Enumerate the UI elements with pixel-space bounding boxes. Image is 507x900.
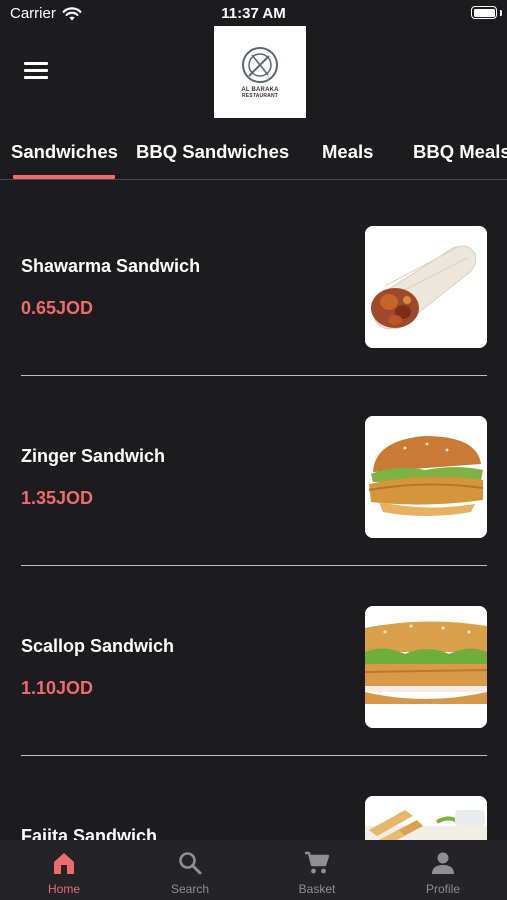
logo-subtitle: RESTAURANT — [241, 93, 279, 99]
nav-label: Profile — [425, 882, 460, 896]
nav-basket[interactable]: Basket — [254, 840, 380, 900]
bottom-navigation: Home Search Basket Profile — [0, 840, 507, 900]
menu-item-scallop[interactable]: Scallop Sandwich 1.10JOD — [0, 560, 507, 756]
status-time: 11:37 AM — [221, 5, 286, 22]
tab-bbq-meals[interactable]: BBQ Meals — [413, 141, 507, 163]
tab-bbq-sandwiches[interactable]: BBQ Sandwiches — [136, 141, 289, 163]
category-tabs: Sandwiches BBQ Sandwiches Meals BBQ Meal… — [0, 128, 507, 180]
tab-sandwiches[interactable]: Sandwiches — [11, 141, 118, 163]
app-header: AL BARAKA RESTAURANT — [0, 24, 507, 118]
item-price: 1.35JOD — [21, 488, 94, 508]
nav-label: Home — [47, 882, 80, 896]
nav-home[interactable]: Home — [1, 840, 127, 900]
shawarma-image — [365, 226, 487, 348]
menu-item-fajita[interactable]: Fajita Sandwich — [0, 750, 507, 840]
item-name: Scallop Sandwich — [21, 636, 175, 656]
item-name: Zinger Sandwich — [21, 446, 166, 466]
logo-plate-icon — [242, 47, 278, 83]
menu-item-zinger[interactable]: Zinger Sandwich 1.35JOD — [0, 370, 507, 566]
scallop-image — [365, 606, 487, 728]
menu-item-shawarma[interactable]: Shawarma Sandwich 0.65JOD — [0, 180, 507, 376]
cart-icon — [305, 851, 330, 874]
hamburger-menu-icon[interactable] — [24, 62, 48, 80]
tab-meals[interactable]: Meals — [322, 141, 373, 163]
item-price: 0.65JOD — [21, 298, 94, 318]
battery-tip — [500, 10, 502, 16]
nav-label: Search — [170, 882, 210, 896]
item-name: Shawarma Sandwich — [21, 256, 201, 276]
restaurant-logo: AL BARAKA RESTAURANT — [214, 26, 306, 118]
nav-label: Basket — [298, 882, 336, 896]
item-name: Fajita Sandwich — [21, 826, 158, 840]
active-tab-indicator — [13, 175, 115, 179]
profile-icon — [432, 852, 454, 874]
item-price: 1.10JOD — [21, 678, 94, 698]
menu-items-list: Shawarma Sandwich 0.65JOD Zinger Sandwic… — [0, 180, 507, 840]
nav-profile[interactable]: Profile — [380, 840, 506, 900]
zinger-image — [365, 416, 487, 538]
fajita-image — [365, 796, 487, 840]
search-icon — [179, 852, 202, 875]
battery-icon — [471, 6, 497, 19]
home-icon — [54, 853, 74, 874]
nav-search[interactable]: Search — [127, 840, 253, 900]
